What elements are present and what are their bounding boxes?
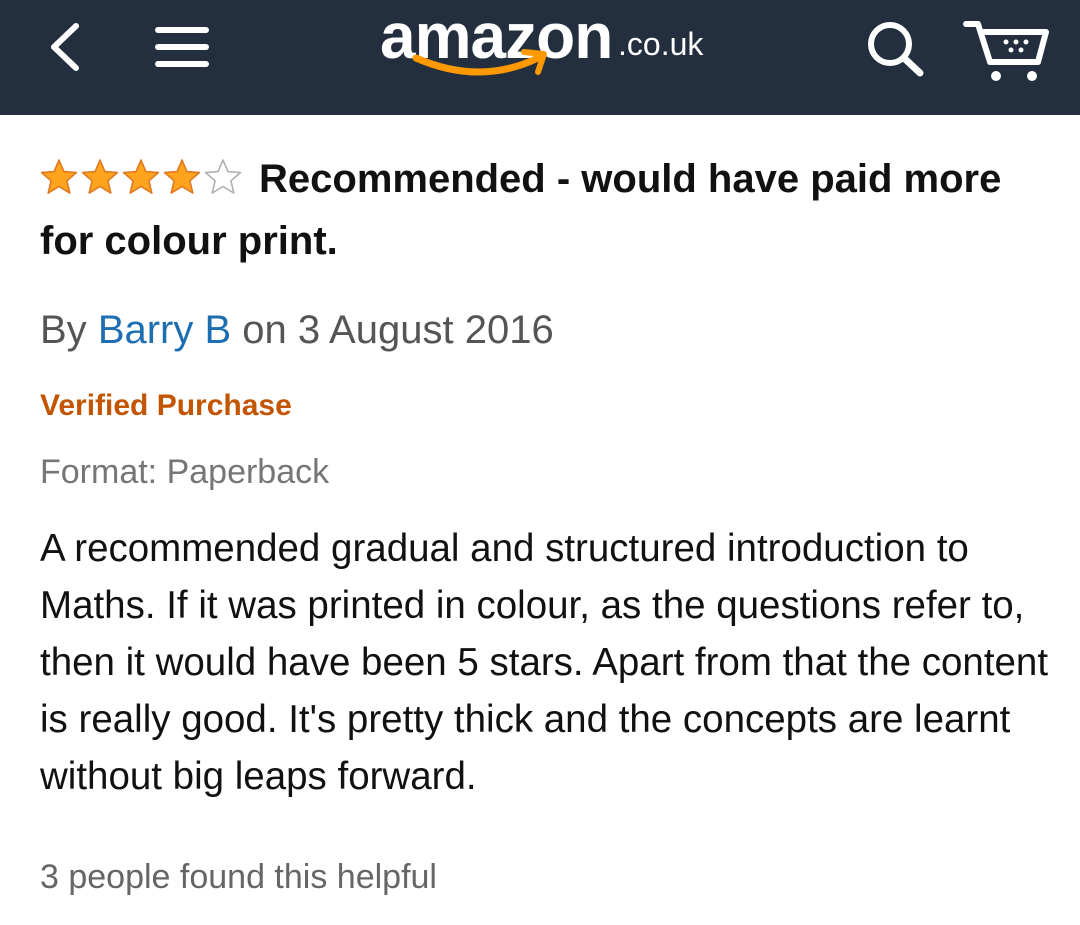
menu-icon[interactable]: [152, 20, 212, 70]
star-rating: [40, 154, 245, 212]
logo-smile-icon: [412, 49, 547, 76]
helpful-count: 3 people found this helpful: [40, 858, 437, 896]
top-nav-bar: amazon .co.uk: [0, 0, 1080, 115]
amazon-logo[interactable]: amazon .co.uk: [380, 0, 710, 110]
by-label: By: [40, 308, 87, 352]
star-filled-icon: [40, 159, 78, 194]
cart-icon[interactable]: [960, 16, 1052, 86]
review-body: A recommended gradual and structured int…: [40, 527, 1049, 798]
review-byline: By Barry B on 3 August 2016: [40, 306, 1050, 354]
author-link[interactable]: Barry B: [98, 308, 231, 352]
review-card: Recommended - would have paid more for c…: [40, 150, 1050, 899]
star-filled-icon: [81, 159, 119, 194]
review-date: on 3 August 2016: [242, 308, 554, 352]
product-format[interactable]: Format: Paperback: [40, 450, 1050, 494]
review-headline: Recommended - would have paid more for c…: [40, 150, 1050, 270]
back-icon[interactable]: [42, 22, 86, 72]
verified-purchase-badge: Verified Purchase: [40, 389, 292, 422]
logo-domain: .co.uk: [618, 26, 704, 62]
star-filled-icon: [163, 159, 201, 194]
star-filled-icon: [122, 159, 160, 194]
star-empty-icon: [204, 159, 242, 194]
search-icon[interactable]: [862, 18, 928, 78]
